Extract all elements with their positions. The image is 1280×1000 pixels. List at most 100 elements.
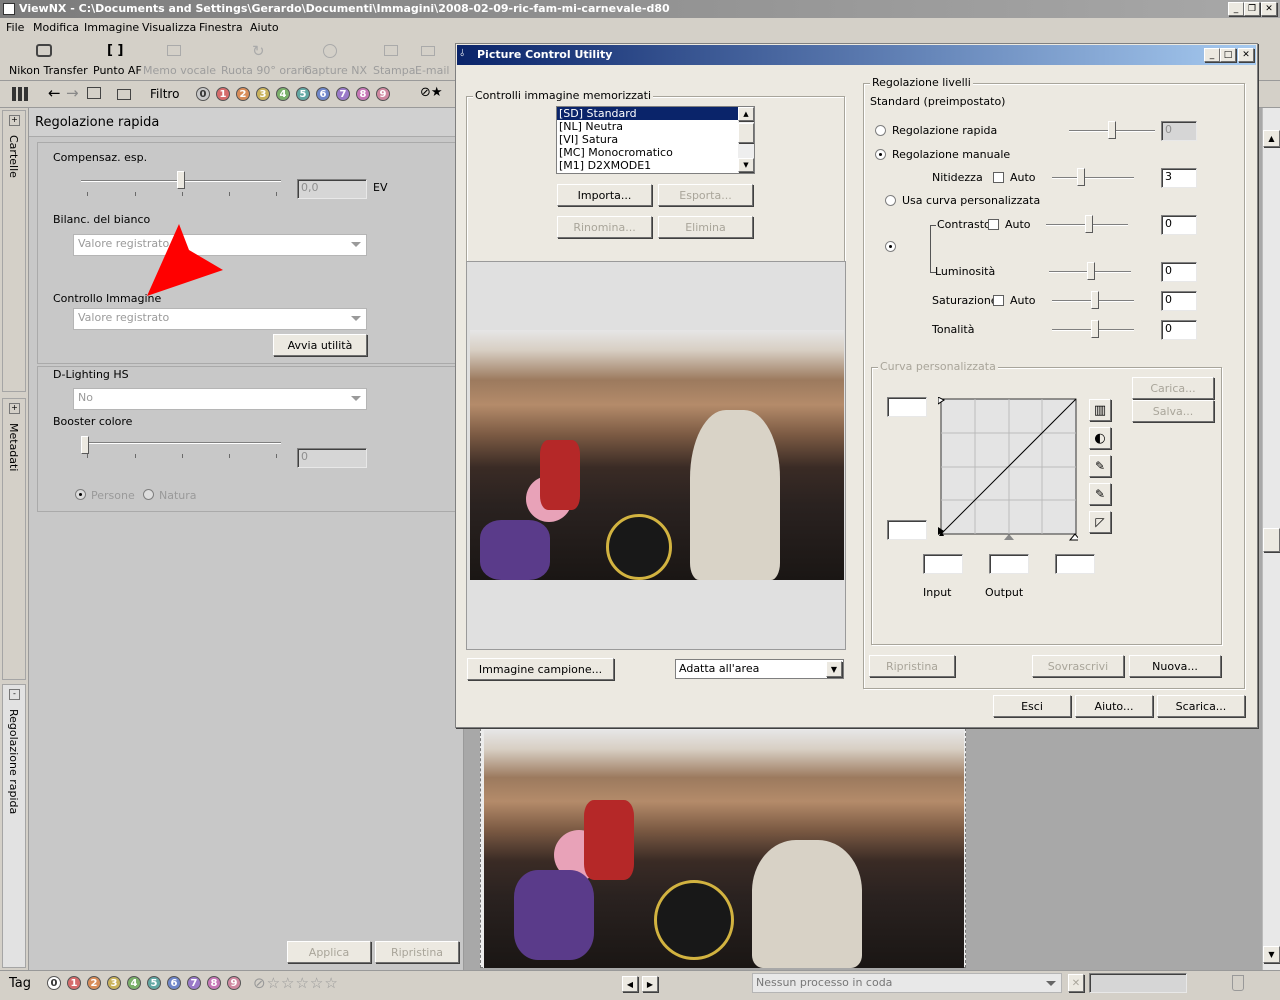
dialog-maximize-button[interactable]: □ (1220, 48, 1236, 62)
tab-metadati[interactable]: + Metadati (2, 398, 26, 680)
minimize-button[interactable]: _ (1228, 2, 1244, 16)
extra-field[interactable] (1055, 554, 1095, 574)
tag-number-4[interactable]: 4 (127, 976, 141, 990)
picture-control-select[interactable]: Valore registrato (73, 308, 367, 330)
output-field[interactable] (989, 554, 1029, 574)
quick-adjust-thumb[interactable] (1108, 121, 1116, 139)
scroll-up-icon[interactable]: ▲ (1263, 130, 1280, 147)
fit-select[interactable]: Adatta all'area ▼ (675, 659, 844, 679)
menu-aiuto[interactable]: Aiuto (250, 21, 279, 34)
radio-contrast-brightness[interactable] (885, 241, 896, 252)
contrast-field[interactable]: 0 (1161, 215, 1197, 235)
radio-people[interactable] (75, 489, 86, 500)
list-item-d2xmode1[interactable]: [M1] D2XMODE1 (557, 159, 754, 172)
tag-number-8[interactable]: 8 (207, 976, 221, 990)
close-button[interactable]: ✕ (1261, 2, 1277, 16)
download-button[interactable]: Scarica... (1157, 695, 1245, 717)
scroll-up-icon[interactable]: ▲ (738, 107, 754, 121)
menu-visualizza[interactable]: Visualizza (142, 21, 196, 34)
brightness-field[interactable]: 0 (1161, 262, 1197, 282)
saturation-thumb[interactable] (1091, 291, 1099, 309)
sharpness-field[interactable]: 3 (1161, 168, 1197, 188)
levels-reset-button[interactable]: Ripristina (869, 655, 955, 677)
menu-finestra[interactable]: Finestra (199, 21, 243, 34)
rotate-button[interactable]: Ruota 90° orario (221, 64, 312, 77)
tag-number-9[interactable]: 9 (227, 976, 241, 990)
menu-modifica[interactable]: Modifica (33, 21, 79, 34)
chevron-down-icon[interactable]: ▼ (826, 661, 842, 677)
radio-quick-adjust[interactable] (875, 125, 886, 136)
grid-view-icon[interactable] (12, 87, 28, 101)
filter-number-6[interactable]: 6 (316, 87, 330, 101)
tag-number-3[interactable]: 3 (107, 976, 121, 990)
tone-curve-graph[interactable] (938, 397, 1078, 543)
list-item-standard[interactable]: [SD] Standard (557, 107, 741, 120)
filter-number-2[interactable]: 2 (236, 87, 250, 101)
save-curve-button[interactable]: Salva... (1132, 400, 1214, 422)
scroll-thumb[interactable] (1263, 528, 1280, 552)
filter-number-5[interactable]: 5 (296, 87, 310, 101)
booster-slider-track[interactable] (81, 442, 281, 444)
print-button[interactable]: Stampa (373, 64, 415, 77)
back-arrow-icon[interactable]: ← (48, 84, 61, 102)
launch-utility-button[interactable]: Avvia utilità (273, 334, 367, 356)
list-item-neutral[interactable]: [NL] Neutra (557, 120, 754, 133)
sharpness-auto-checkbox[interactable] (993, 172, 1004, 183)
radio-manual-adjust[interactable] (875, 149, 886, 160)
curve-mid-point[interactable] (1004, 534, 1014, 540)
quick-adjust-field[interactable]: 0 (1161, 121, 1197, 141)
tag-number-2[interactable]: 2 (87, 976, 101, 990)
exit-button[interactable]: Esci (993, 695, 1071, 717)
nikon-transfer-button[interactable]: Nikon Transfer (9, 64, 88, 77)
contrast-icon[interactable]: ◐ (1089, 427, 1111, 449)
overwrite-button[interactable]: Sovrascrivi (1032, 655, 1124, 677)
input-field[interactable] (923, 554, 963, 574)
next-arrow-icon[interactable]: ▶ (642, 976, 658, 992)
filter-number-7[interactable]: 7 (336, 87, 350, 101)
apply-button[interactable]: Applica (287, 941, 371, 963)
main-photo[interactable] (484, 730, 964, 968)
dialog-close-button[interactable]: ✕ (1238, 48, 1254, 62)
eyedropper-black-icon[interactable]: ✎ (1089, 483, 1111, 505)
email-button[interactable]: E-mail (415, 64, 450, 77)
booster-slider-thumb[interactable] (81, 436, 89, 454)
tag-number-6[interactable]: 6 (167, 976, 181, 990)
collapse-icon[interactable]: - (9, 689, 20, 700)
curve-top-field[interactable] (887, 397, 927, 417)
tab-regolazione-rapida[interactable]: - Regolazione rapida (2, 684, 26, 968)
tab-cartelle[interactable]: + Cartelle (2, 110, 26, 392)
capture-nx-button[interactable]: Capture NX (304, 64, 367, 77)
eyedropper-white-icon[interactable]: ✎ (1089, 455, 1111, 477)
saturation-field[interactable]: 0 (1161, 291, 1197, 311)
curve-white-point[interactable] (1068, 533, 1078, 541)
tag-number-1[interactable]: 1 (67, 976, 81, 990)
maximize-button[interactable]: ❐ (1244, 2, 1260, 16)
rename-button[interactable]: Rinomina... (557, 216, 652, 238)
sharpness-track[interactable] (1052, 177, 1134, 179)
rating-stars-icon[interactable]: ⊘☆☆☆☆☆ (253, 974, 339, 992)
linear-curve-icon[interactable]: ◸ (1089, 511, 1111, 533)
scroll-thumb[interactable] (738, 123, 754, 143)
import-button[interactable]: Importa... (557, 184, 652, 206)
brightness-thumb[interactable] (1087, 262, 1095, 280)
sharpness-thumb[interactable] (1077, 168, 1085, 186)
tag-number-7[interactable]: 7 (187, 976, 201, 990)
filter-number-0[interactable]: 0 (196, 87, 210, 101)
dialog-minimize-button[interactable]: _ (1204, 48, 1220, 62)
picture-control-list[interactable]: [SD] Standard [NL] Neutra [VI] Satura [M… (556, 106, 755, 174)
list-item-monochrome[interactable]: [MC] Monocromatico (557, 146, 754, 159)
sample-image-button[interactable]: Immagine campione... (467, 658, 614, 680)
quick-reset-button[interactable]: Ripristina (375, 941, 459, 963)
af-point-button[interactable]: Punto AF (93, 64, 142, 77)
filter-number-3[interactable]: 3 (256, 87, 270, 101)
scroll-down-icon[interactable]: ▼ (1263, 946, 1280, 963)
queue-select[interactable]: Nessun processo in coda (752, 973, 1062, 993)
radio-nature[interactable] (143, 489, 154, 500)
expand-icon[interactable]: + (9, 403, 20, 414)
contrast-thumb[interactable] (1085, 215, 1093, 233)
folder-down-icon[interactable] (117, 89, 131, 100)
tag-number-5[interactable]: 5 (147, 976, 161, 990)
menu-file[interactable]: File (6, 21, 24, 34)
filter-number-9[interactable]: 9 (376, 87, 390, 101)
hue-field[interactable]: 0 (1161, 320, 1197, 340)
